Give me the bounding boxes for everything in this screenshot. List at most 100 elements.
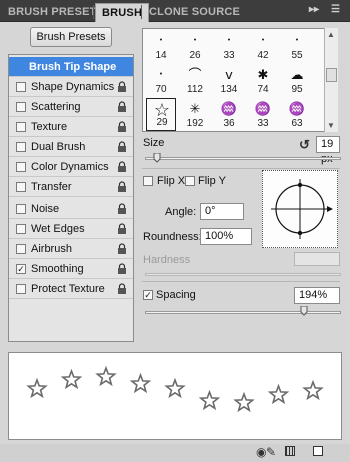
tab-separator [93,5,94,19]
option-scattering[interactable]: Scattering [9,97,133,117]
brush-options-list: Brush Tip Shape Shape Dynamics Scattering T… [8,54,134,342]
grid-icon[interactable] [285,446,295,456]
option-checkbox[interactable] [16,142,26,152]
lock-icon[interactable] [117,243,127,255]
brush-grid-scrollbar[interactable]: ▲ ▼ [324,28,338,132]
brush-preset[interactable]: • 33 [214,30,244,63]
brush-preset[interactable]: ☆ 29 [146,98,176,131]
spacing-slider-track[interactable] [145,311,341,314]
option-checkbox[interactable] [16,224,26,234]
brush-presets-button[interactable]: Brush Presets [30,27,112,47]
option-checkbox[interactable]: ✓ [16,264,26,274]
spacing-checkbox[interactable]: ✓ [143,290,153,300]
brush-size-label: 95 [291,84,303,95]
brush-preset[interactable]: ⅴ 134 [214,64,244,97]
lock-icon[interactable] [117,81,127,93]
brush-preset[interactable]: • 55 [282,30,312,63]
stroke-star-mark [164,377,186,399]
spacing-input[interactable]: 194% [294,287,340,304]
option-texture[interactable]: Texture [9,117,133,137]
brush-angle-preview-icon[interactable] [262,170,338,248]
angle-input[interactable]: 0° [200,203,244,220]
brush-preset[interactable]: ♒ 36 [214,98,244,131]
option-checkbox[interactable] [16,102,26,112]
brush-tip-icon: ✱ [257,67,269,82]
hardness-input[interactable] [294,252,340,266]
option-label: Color Dynamics [31,161,109,173]
size-input[interactable]: 19 px [316,136,340,165]
option-noise[interactable]: Noise [9,199,133,219]
tab-separator [141,5,142,19]
option-protect-texture[interactable]: Protect Texture [9,279,133,299]
option-label: Transfer [31,181,72,193]
option-shape-dynamics[interactable]: Shape Dynamics [9,77,133,97]
tab-clone-source[interactable]: CLONE SOURCE [143,3,246,22]
scroll-up-icon[interactable]: ▲ [327,30,335,39]
lock-icon[interactable] [117,263,127,275]
brush-preset[interactable]: ✱ 74 [248,64,278,97]
option-label: Airbrush [31,243,72,255]
option-airbrush[interactable]: Airbrush [9,239,133,259]
lock-icon[interactable] [117,223,127,235]
brush-size-label: 70 [155,84,167,95]
option-label: Scattering [31,101,81,113]
hardness-slider-track[interactable] [145,273,341,276]
option-checkbox[interactable] [16,182,26,192]
brush-tip-icon: ♒ [254,101,272,116]
roundness-input[interactable]: 100% [200,228,252,245]
option-checkbox[interactable] [16,162,26,172]
flip-y-checkbox[interactable] [185,176,195,186]
option-checkbox[interactable] [16,244,26,254]
brush-size-label: 14 [155,50,167,61]
brush-preset[interactable]: • 26 [180,30,210,63]
brush-preset[interactable]: ☁ 95 [282,64,312,97]
brush-size-label: 33 [223,50,235,61]
brush-preset[interactable]: • 42 [248,30,278,63]
lock-icon[interactable] [117,141,127,153]
option-label: Texture [31,121,68,133]
lock-icon[interactable] [117,283,127,295]
brush-preset[interactable]: ⌒ 112 [180,64,210,97]
lock-icon[interactable] [117,121,127,133]
brush-tip-grid: • 14 • 26 • 33 • 42 • 55 • 70 ⌒ 112 ⅴ 134 ✱ 74 ☁ 95 ☆ 29 ✳ 192 ♒… [142,28,338,132]
option-wet-edges[interactable]: Wet Edges [9,219,133,239]
option-color-dynamics[interactable]: Color Dynamics [9,157,133,177]
lock-icon[interactable] [117,181,127,193]
brush-preset[interactable]: ♒ 63 [282,98,312,131]
option-label: Noise [31,203,60,215]
option-label: Protect Texture [31,283,105,295]
brush-size-label: 63 [291,118,303,129]
option-smoothing[interactable]: ✓ Smoothing [9,259,133,279]
brush-preset[interactable]: • 70 [146,64,176,97]
reset-size-icon[interactable]: ↺ [299,137,310,153]
option-dual-brush[interactable]: Dual Brush [9,137,133,157]
option-checkbox[interactable] [16,204,26,214]
size-label: Size [143,137,165,149]
option-checkbox[interactable] [16,284,26,294]
scroll-down-icon[interactable]: ▼ [327,121,335,130]
brush-preset[interactable]: ♒ 33 [248,98,278,131]
double-chevron-right-icon[interactable]: ▸▸ [309,4,319,15]
size-slider-thumb[interactable] [153,153,161,163]
brush-preset[interactable]: ✳ 192 [180,98,210,131]
flip-x-checkbox[interactable] [143,176,153,186]
lock-icon[interactable] [117,101,127,113]
lock-icon[interactable] [117,161,127,173]
separator [142,281,340,282]
option-checkbox[interactable] [16,82,26,92]
create-new-brush-icon[interactable] [313,446,323,456]
spacing-slider-thumb[interactable] [300,306,308,316]
brush-tip-icon: ✳ [189,101,201,116]
scrollbar-thumb[interactable] [326,68,337,82]
option-brush-tip-shape[interactable]: Brush Tip Shape [9,57,133,77]
lock-icon[interactable] [117,203,127,215]
option-label: Brush Tip Shape [29,61,117,73]
option-transfer[interactable]: Transfer [9,177,133,197]
option-label: Wet Edges [31,223,85,235]
size-slider-track[interactable] [145,157,341,160]
option-checkbox[interactable] [16,122,26,132]
brush-preset[interactable]: • 14 [146,30,176,63]
brush-tool-icon[interactable]: ✎ [266,445,276,459]
panel-menu-icon[interactable]: ☰ [331,4,340,15]
toggle-preview-icon[interactable]: ◉ [256,445,266,459]
